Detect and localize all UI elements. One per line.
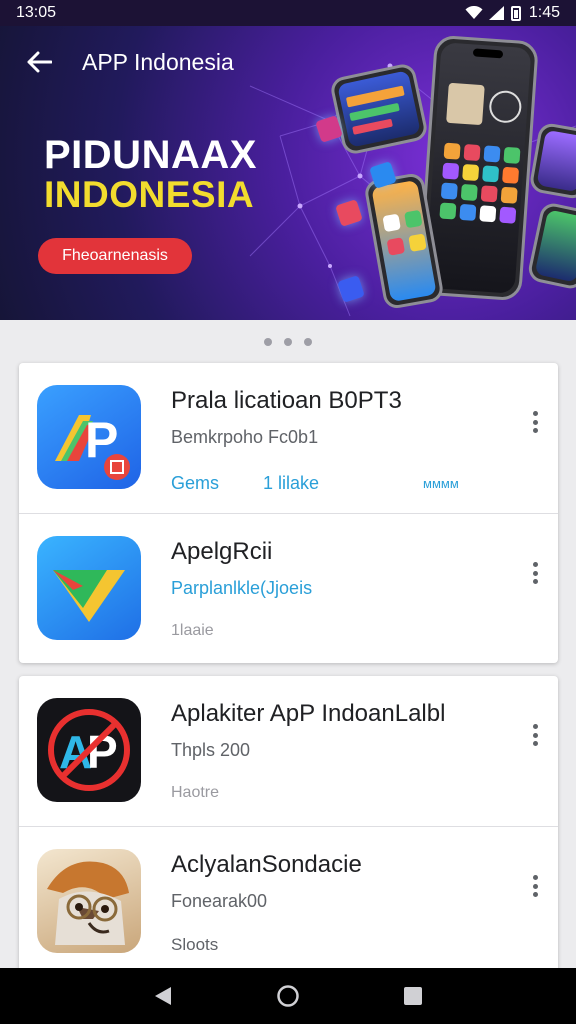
green-triangle-icon — [37, 536, 141, 640]
banner-heading: PIDUNAAX INDONESIA — [44, 134, 257, 215]
app-list-item[interactable]: ApelgRcii Parplanlkle(Jjoeis 1laaie — [19, 513, 558, 663]
app-bar: APP Indonesia — [0, 40, 576, 84]
more-options-icon[interactable] — [528, 558, 542, 588]
app-subtitle: Bemkrpoho Fc0b1 — [171, 427, 319, 447]
app-subtitle[interactable]: Parplanlkle(Jjoeis — [171, 578, 312, 599]
app-meta: 1laaie — [171, 622, 214, 639]
app-card-2: A P Aplakiter ApP IndoanLalbl Thpls 200 … — [19, 676, 558, 976]
ap-blue-icon: P — [37, 385, 141, 489]
app-tag-row: Gems 1 lilake мммм — [171, 473, 531, 494]
banner-heading-line2: INDONESIA — [44, 174, 255, 215]
status-bar: 13:05 1:45 — [0, 0, 576, 26]
wifi-icon — [465, 6, 483, 19]
raccoon-glasses-icon — [37, 849, 141, 953]
app-title: Prala licati­oan B0PT3 — [171, 387, 402, 414]
app-list-item[interactable]: A P Aplakiter ApP IndoanLalbl Thpls 200 … — [19, 676, 558, 826]
screen: 13:05 1:45 APP Indonesia PIDUNAAX INDONE… — [0, 0, 576, 1024]
status-right-time: 1:45 — [528, 4, 560, 21]
app-meta: Sloots — [171, 935, 219, 954]
nav-back-icon[interactable] — [143, 976, 183, 1016]
status-right: 1:45 — [465, 4, 560, 22]
status-icons — [465, 5, 521, 21]
promo-banner[interactable]: APP Indonesia PIDUNAAX INDONESIA Fheoarn… — [0, 26, 576, 320]
carousel-dot[interactable] — [284, 338, 292, 346]
signal-icon — [488, 6, 504, 20]
banner-cta-button[interactable]: Fheoarnenasis — [38, 238, 192, 274]
app-title: AclyalanSondacie — [171, 851, 362, 878]
more-options-icon[interactable] — [528, 407, 542, 437]
nav-home-icon[interactable] — [268, 976, 308, 1016]
battery-icon — [510, 5, 521, 21]
page-title: APP Indonesia — [82, 48, 234, 75]
carousel-indicator — [0, 338, 576, 346]
carousel-dot[interactable] — [304, 338, 312, 346]
banner-heading-line1: PIDUNAAX — [44, 133, 257, 177]
app-title: ApelgRcii — [171, 538, 273, 565]
app-tag[interactable]: мммм — [423, 476, 459, 491]
ap-red-circle-icon: A P — [37, 698, 141, 802]
nav-recents-icon[interactable] — [393, 976, 433, 1016]
app-list-item[interactable]: P Prala licati­oan B0PT3 Bemkrpoho Fc0b1… — [19, 363, 558, 513]
app-subtitle: Thpls 200 — [171, 740, 251, 760]
app-tag[interactable]: Gems — [171, 473, 263, 494]
more-options-icon[interactable] — [528, 871, 542, 901]
app-meta: Haotre — [171, 784, 220, 801]
more-options-icon[interactable] — [528, 720, 542, 750]
status-time: 13:05 — [16, 4, 57, 21]
app-subtitle: Fonearak00 — [171, 891, 268, 911]
carousel-dot[interactable] — [264, 338, 272, 346]
app-card-1: P Prala licati­oan B0PT3 Bemkrpoho Fc0b1… — [19, 363, 558, 663]
app-title: Aplakiter ApP IndoanLalbl — [171, 700, 446, 727]
back-arrow-icon[interactable] — [24, 47, 54, 77]
app-list-item[interactable]: AclyalanSondacie Fonearak00 Sloots — [19, 826, 558, 976]
system-nav-bar — [0, 968, 576, 1024]
app-tag[interactable]: 1 lilake — [263, 473, 423, 494]
